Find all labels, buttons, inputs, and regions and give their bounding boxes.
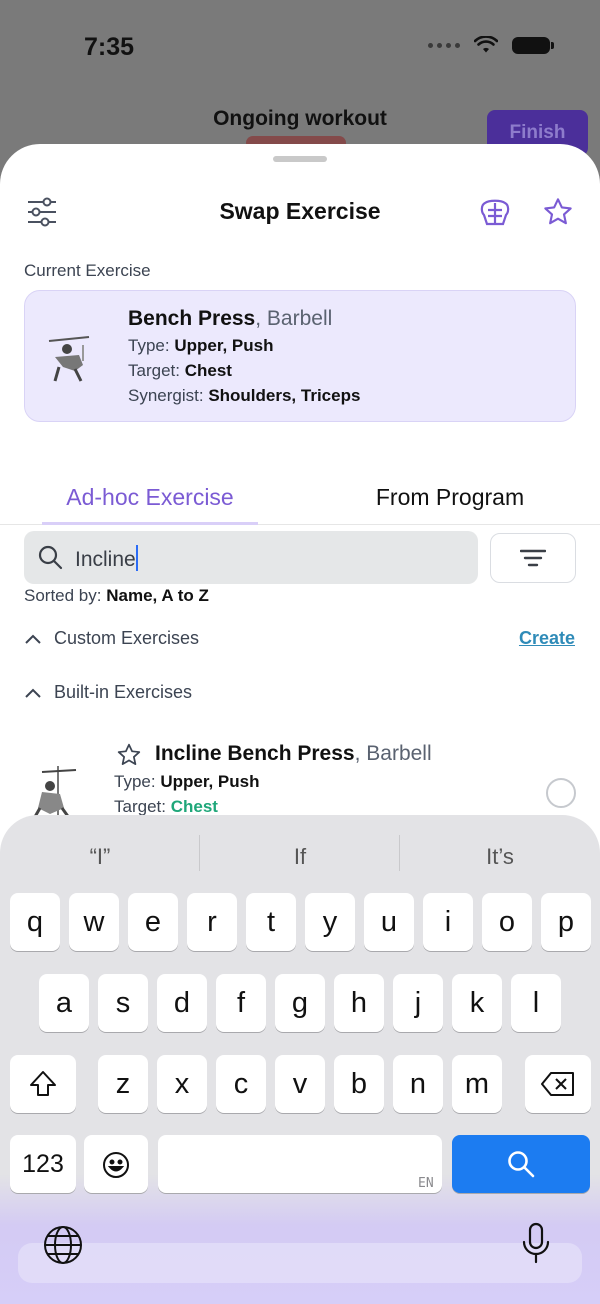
key-x[interactable]: x (157, 1055, 207, 1113)
status-icons (428, 36, 554, 54)
sorted-by-text: Sorted by: Name, A to Z (24, 586, 209, 606)
key-z[interactable]: z (98, 1055, 148, 1113)
key-i[interactable]: i (423, 893, 473, 951)
favorite-star-icon[interactable] (116, 742, 142, 768)
keyboard-bottom-bar (18, 1243, 582, 1283)
keyboard-tint (0, 1174, 600, 1304)
key-c[interactable]: c (216, 1055, 266, 1113)
space-key[interactable] (158, 1135, 442, 1193)
select-radio[interactable] (546, 778, 576, 808)
builtin-exercises-label: Built-in Exercises (54, 682, 193, 702)
key-d[interactable]: d (157, 974, 207, 1032)
target-label: Target: (128, 361, 185, 380)
keyboard: “I” If It’s q w e r t y u i o p a s d f … (0, 815, 600, 1304)
muscle-map-icon[interactable] (475, 192, 515, 232)
builtin-exercises-toggle[interactable]: Built-in Exercises (24, 682, 192, 703)
bench-press-thumbnail (48, 336, 90, 382)
sorted-value: Name, A to Z (106, 586, 209, 605)
key-j[interactable]: j (393, 974, 443, 1032)
chevron-up-icon (25, 688, 41, 698)
search-icon (508, 1151, 535, 1178)
tab-from-program[interactable]: From Program (340, 474, 560, 524)
key-l[interactable]: l (511, 974, 561, 1032)
status-bar: 7:35 (0, 0, 600, 100)
key-v[interactable]: v (275, 1055, 325, 1113)
synergist-label: Synergist: (128, 386, 209, 405)
key-w[interactable]: w (69, 893, 119, 951)
current-exercise-card: Bench Press, Barbell Type: Upper, Push T… (24, 290, 576, 422)
search-icon (38, 545, 63, 570)
tab-ad-hoc-exercise[interactable]: Ad-hoc Exercise (42, 474, 258, 525)
signal-dots-icon (428, 42, 460, 48)
emoji-key[interactable] (84, 1135, 148, 1193)
result-type-label: Type: (114, 772, 161, 791)
key-q[interactable]: q (10, 893, 60, 951)
chevron-up-icon (25, 634, 41, 644)
backspace-icon (541, 1072, 574, 1096)
sort-filter-button[interactable] (490, 533, 576, 583)
create-custom-exercise-link[interactable]: Create (519, 628, 575, 649)
key-p[interactable]: p (541, 893, 591, 951)
key-t[interactable]: t (246, 893, 296, 951)
delete-key[interactable] (525, 1055, 591, 1113)
shift-icon (30, 1071, 56, 1096)
current-exercise-name: Bench Press (128, 307, 256, 330)
custom-exercises-toggle[interactable]: Custom Exercises (24, 628, 199, 649)
sorted-label: Sorted by: (24, 586, 107, 605)
key-u[interactable]: u (364, 893, 414, 951)
search-input[interactable]: Incline (24, 531, 478, 584)
key-g[interactable]: g (275, 974, 325, 1032)
numbers-key[interactable]: 123 (10, 1135, 76, 1193)
type-label: Type: (128, 336, 175, 355)
text-caret (135, 545, 138, 571)
key-o[interactable]: o (482, 893, 532, 951)
exercise-source-tabs: Ad-hoc Exercise From Program (0, 474, 600, 525)
result-target-label: Target: (114, 797, 171, 816)
type-value: Upper, Push (174, 336, 274, 355)
target-value: Chest (184, 361, 232, 380)
sort-lines-icon (520, 549, 546, 567)
key-n[interactable]: n (393, 1055, 443, 1113)
result-exercise-equipment: , Barbell (354, 742, 432, 765)
key-h[interactable]: h (334, 974, 384, 1032)
shift-key[interactable] (10, 1055, 76, 1113)
key-e[interactable]: e (128, 893, 178, 951)
battery-icon (512, 36, 554, 54)
result-exercise-name: Incline Bench Press (155, 742, 355, 765)
search-value: Incline (75, 548, 136, 571)
emoji-icon (103, 1152, 129, 1178)
key-f[interactable]: f (216, 974, 266, 1032)
current-exercise-equipment: , Barbell (255, 307, 333, 330)
star-icon[interactable] (538, 192, 578, 232)
result-target-value: Chest (170, 797, 218, 816)
suggestion-1[interactable]: “I” (0, 837, 200, 877)
key-m[interactable]: m (452, 1055, 502, 1113)
suggestion-2[interactable]: If (200, 837, 400, 877)
key-y[interactable]: y (305, 893, 355, 951)
key-r[interactable]: r (187, 893, 237, 951)
search-key[interactable] (452, 1135, 590, 1193)
synergist-value: Shoulders, Triceps (208, 386, 361, 405)
current-exercise-label: Current Exercise (24, 261, 151, 280)
microphone-icon[interactable] (520, 1221, 552, 1267)
suggestion-3[interactable]: It’s (400, 837, 600, 877)
custom-exercises-label: Custom Exercises (54, 628, 200, 648)
result-type-value: Upper, Push (160, 772, 260, 791)
key-b[interactable]: b (334, 1055, 384, 1113)
sheet-grabber[interactable] (273, 156, 327, 162)
key-s[interactable]: s (98, 974, 148, 1032)
language-label: EN (418, 1176, 434, 1191)
globe-icon[interactable] (42, 1224, 84, 1266)
wifi-icon (474, 36, 498, 53)
key-a[interactable]: a (39, 974, 89, 1032)
status-time: 7:35 (84, 33, 135, 61)
key-k[interactable]: k (452, 974, 502, 1032)
